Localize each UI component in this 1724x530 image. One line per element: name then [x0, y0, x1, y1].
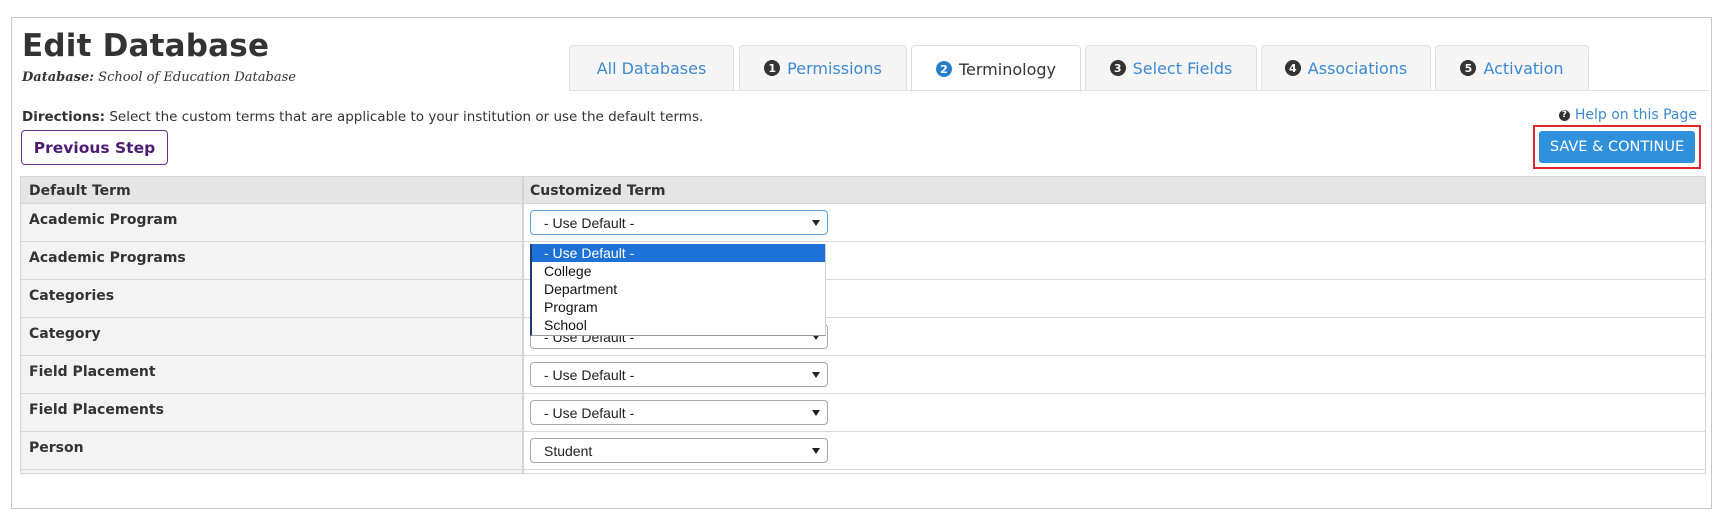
select-value: - Use Default -: [544, 405, 635, 421]
tab-label: Select Fields: [1132, 58, 1233, 78]
database-name-line: Database: School of Education Database: [22, 70, 296, 85]
tab-label: Activation: [1483, 58, 1564, 78]
table-row: Field Placements - Use Default -: [21, 394, 1705, 432]
question-circle-icon: ?: [1558, 109, 1570, 121]
directions-label: Directions:: [22, 109, 106, 125]
dropdown-option-school[interactable]: School: [532, 316, 825, 334]
custom-term-select[interactable]: - Use Default -: [530, 362, 828, 387]
table-header: Default Term Customized Term: [21, 177, 1705, 204]
default-term: Academic Program: [29, 212, 178, 228]
terminology-table: Default Term Customized Term Academic Pr…: [20, 176, 1706, 474]
tab-divider: [569, 90, 1709, 91]
default-term: Academic Programs: [29, 250, 186, 266]
table-row: Category - Use Default -: [21, 318, 1705, 356]
tab-terminology[interactable]: 2 Terminology: [911, 45, 1081, 92]
table-row: Person Student: [21, 432, 1705, 470]
table-row: Field Placement - Use Default -: [21, 356, 1705, 394]
table-row: Academic Program - Use Default -: [21, 204, 1705, 242]
directions-body: Select the custom terms that are applica…: [109, 109, 704, 125]
edit-database-panel: Edit Database Database: School of Educat…: [11, 17, 1712, 509]
table-row: Categories: [21, 280, 1705, 318]
default-term: Field Placement: [29, 364, 156, 380]
custom-term-dropdown-list: - Use Default - College Department Progr…: [530, 244, 826, 336]
default-term: Categories: [29, 288, 115, 304]
dropdown-option-department[interactable]: Department: [532, 280, 825, 298]
help-link[interactable]: ? Help on this Page: [1558, 107, 1697, 123]
custom-term-select[interactable]: Student: [530, 438, 828, 463]
default-term: Category: [29, 326, 101, 342]
select-value: - Use Default -: [544, 367, 635, 383]
header-customized-term: Customized Term: [530, 183, 666, 199]
dropdown-arrow-icon: [812, 448, 820, 454]
table-row: Academic Programs: [21, 242, 1705, 280]
dropdown-arrow-icon: [812, 372, 820, 378]
tab-activation[interactable]: 5 Activation: [1435, 45, 1589, 90]
database-name: School of Education Database: [98, 70, 296, 85]
tab-all-databases[interactable]: All Databases: [569, 45, 734, 90]
step-2-icon: 2: [935, 61, 952, 77]
dropdown-option-use-default[interactable]: - Use Default -: [532, 244, 825, 262]
select-value: Student: [544, 443, 593, 459]
step-1-icon: 1: [764, 60, 781, 76]
tab-associations[interactable]: 4 Associations: [1261, 45, 1431, 90]
dropdown-arrow-icon: [812, 410, 820, 416]
tab-permissions[interactable]: 1 Permissions: [739, 45, 907, 90]
default-term: Field Placements: [29, 402, 164, 418]
help-label: Help on this Page: [1574, 107, 1697, 123]
page-title: Edit Database: [22, 28, 270, 64]
tab-select-fields[interactable]: 3 Select Fields: [1085, 45, 1257, 90]
dropdown-option-program[interactable]: Program: [532, 298, 825, 316]
default-term: Person: [29, 440, 84, 456]
header-default-term: Default Term: [29, 183, 131, 199]
custom-term-select[interactable]: - Use Default -: [530, 210, 828, 235]
step-4-icon: 4: [1284, 60, 1301, 76]
custom-term-select[interactable]: - Use Default -: [530, 400, 828, 425]
tab-label: Terminology: [958, 59, 1056, 79]
tab-label: Permissions: [787, 58, 882, 78]
save-continue-button[interactable]: SAVE & CONTINUE: [1539, 131, 1695, 163]
select-value: - Use Default -: [544, 215, 635, 231]
previous-step-button[interactable]: Previous Step: [21, 130, 168, 165]
step-5-icon: 5: [1460, 60, 1477, 76]
step-3-icon: 3: [1109, 60, 1126, 76]
tab-label: All Databases: [596, 58, 707, 78]
column-divider: [522, 177, 524, 473]
tab-label: Associations: [1307, 58, 1408, 78]
directions-text: Directions: Select the custom terms that…: [22, 109, 703, 125]
dropdown-option-college[interactable]: College: [532, 262, 825, 280]
database-label: Database:: [22, 70, 95, 85]
dropdown-arrow-icon: [812, 220, 820, 226]
